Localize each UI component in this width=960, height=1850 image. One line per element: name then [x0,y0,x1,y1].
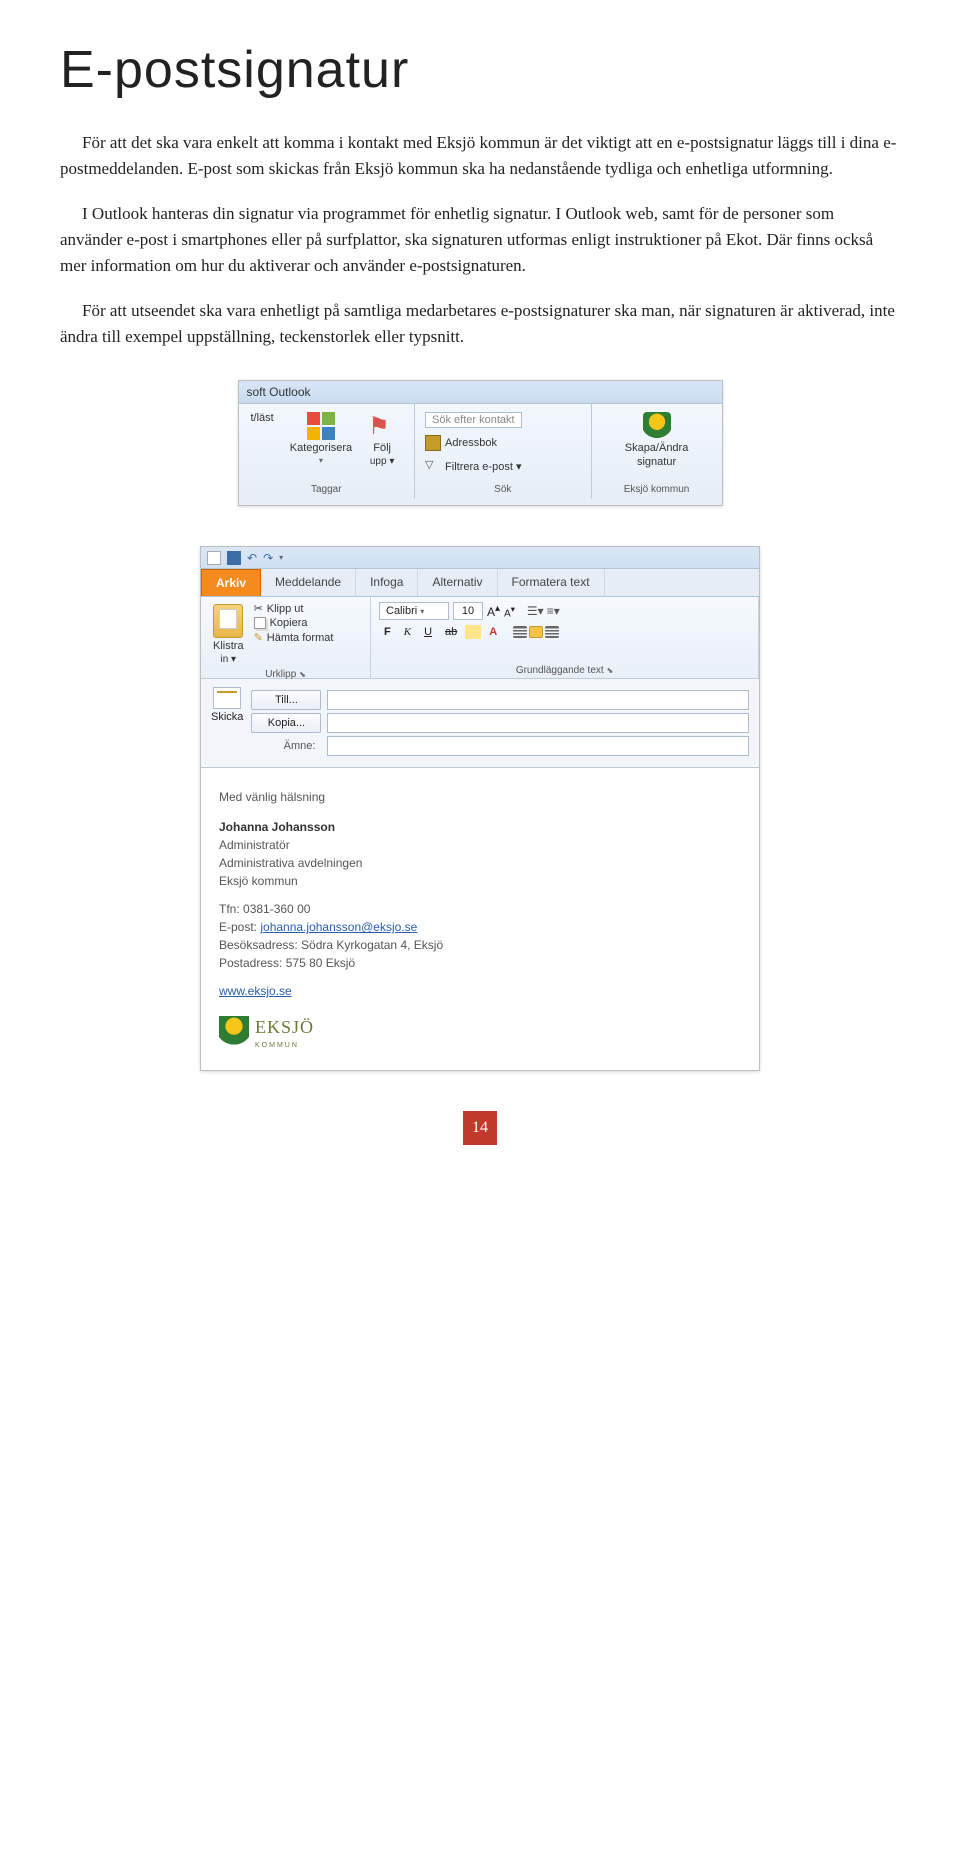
tab-infoga[interactable]: Infoga [356,569,418,596]
ribbon-group-tags: Taggar [247,482,407,497]
italic-button[interactable]: K [399,624,416,640]
cc-button[interactable]: Kopia... [251,713,321,733]
filter-email-button[interactable]: ▽ Filtrera e-post ▾ [423,456,583,476]
paragraph-1: För att det ska vara enkelt att komma i … [60,130,900,183]
bullets-icon[interactable]: ☰▾ [527,604,544,618]
ribbon-tabs: Arkiv Meddelande Infoga Alternativ Forma… [201,569,759,597]
ribbon-group-search: Sök [423,482,583,497]
cc-input[interactable] [327,713,749,733]
categorize-button[interactable]: Kategorisera ▾ [286,410,356,467]
copy-button[interactable]: Kopiera [254,617,334,629]
shrink-font-icon[interactable]: A▾ [504,604,515,619]
paragraph-2: I Outlook hanteras din signatur via prog… [60,201,900,280]
numbering-icon[interactable]: ≡▾ [547,604,560,618]
crest-icon [643,412,671,440]
message-body[interactable]: Med vänlig hälsning Johanna Johansson Ad… [201,768,759,1070]
follow-up-button[interactable]: ⚑ Följ upp ▾ [364,410,400,469]
save-icon[interactable] [227,551,241,565]
tab-alternativ[interactable]: Alternativ [418,569,497,596]
sig-email: E-post: johanna.johansson@eksjo.se [219,918,741,936]
underline-button[interactable]: U [419,624,437,640]
scissors-icon: ✂ [254,602,263,615]
page-title: E-postsignatur [60,40,900,100]
ribbon-group-eksjo: Eksjö kommun [600,482,714,497]
sig-email-link[interactable]: johanna.johansson@eksjo.se [260,920,417,934]
clipboard-icon [213,604,243,638]
addressbook-button[interactable]: Adressbok [423,433,583,453]
paste-button[interactable]: Klistra in ▾ [209,602,248,667]
tab-formatera[interactable]: Formatera text [498,569,605,596]
grow-font-icon[interactable]: A▴ [487,603,500,619]
cut-button[interactable]: ✂Klipp ut [254,602,334,615]
highlight-icon[interactable] [465,625,481,639]
redo-icon[interactable]: ↷ [263,551,273,565]
create-signature-button[interactable]: Skapa/Ändra signatur [621,410,693,470]
window-titlebar: soft Outlook [239,381,722,404]
sig-url-link[interactable]: www.eksjo.se [219,984,292,998]
sig-phone: Tfn: 0381-360 00 [219,900,741,918]
sig-name: Johanna Johansson [219,818,741,836]
align-right-icon[interactable] [545,626,559,638]
sig-greeting: Med vänlig hälsning [219,788,741,806]
tab-arkiv[interactable]: Arkiv [201,569,261,596]
outlook-ribbon-screenshot: soft Outlook t/läst Kategorisera ▾ ⚑ Föl… [238,380,723,506]
bold-button[interactable]: F [379,624,396,640]
sig-role: Administratör [219,836,741,854]
group-clipboard-label: Urklipp ⬊ [209,667,362,680]
subject-label: Ämne: [251,740,321,752]
logo-subtext: KOMMUN [255,1041,314,1052]
font-name-select[interactable]: Calibri ▾ [379,602,449,620]
sig-department: Administrativa avdelningen [219,854,741,872]
copy-icon [254,617,266,629]
sig-org: Eksjö kommun [219,872,741,890]
logo-text: EKSJÖ [255,1014,314,1041]
flag-icon: ⚑ [368,412,396,440]
tab-meddelande[interactable]: Meddelande [261,569,356,596]
search-contact-field[interactable]: Sök efter kontakt [423,410,583,430]
align-center-icon[interactable] [529,626,543,638]
categories-icon [307,412,335,440]
subject-input[interactable] [327,736,749,756]
undo-icon[interactable]: ↶ [247,551,257,565]
qat-dropdown-icon[interactable]: ▾ [279,553,283,562]
app-icon [207,551,221,565]
font-color-icon[interactable]: A [484,624,502,640]
paragraph-3: För att utseendet ska vara enhetligt på … [60,298,900,351]
group-font-label: Grundläggande text ⬊ [379,663,750,676]
format-painter-button[interactable]: ✎Hämta format [254,631,334,644]
envelope-icon [213,687,241,709]
align-left-icon[interactable] [513,626,527,638]
to-input[interactable] [327,690,749,710]
funnel-icon: ▽ [425,458,441,474]
eksjo-crest-icon [219,1016,249,1050]
page-number: 14 [463,1111,497,1145]
send-button[interactable]: Skicka [211,687,243,759]
font-size-select[interactable]: 10 [453,602,483,620]
outlook-compose-screenshot: ↶ ↷ ▾ Arkiv Meddelande Infoga Alternativ… [200,546,760,1071]
mark-read-button[interactable]: t/läst [247,410,278,426]
to-button[interactable]: Till... [251,690,321,710]
quick-access-toolbar: ↶ ↷ ▾ [201,547,759,569]
strike-icon[interactable]: ab [440,624,462,640]
sig-visit-address: Besöksadress: Södra Kyrkogatan 4, Eksjö [219,936,741,954]
book-icon [425,435,441,451]
brush-icon: ✎ [254,631,263,644]
sig-post-address: Postadress: 575 80 Eksjö [219,954,741,972]
sig-logo: EKSJÖ KOMMUN [219,1014,741,1052]
